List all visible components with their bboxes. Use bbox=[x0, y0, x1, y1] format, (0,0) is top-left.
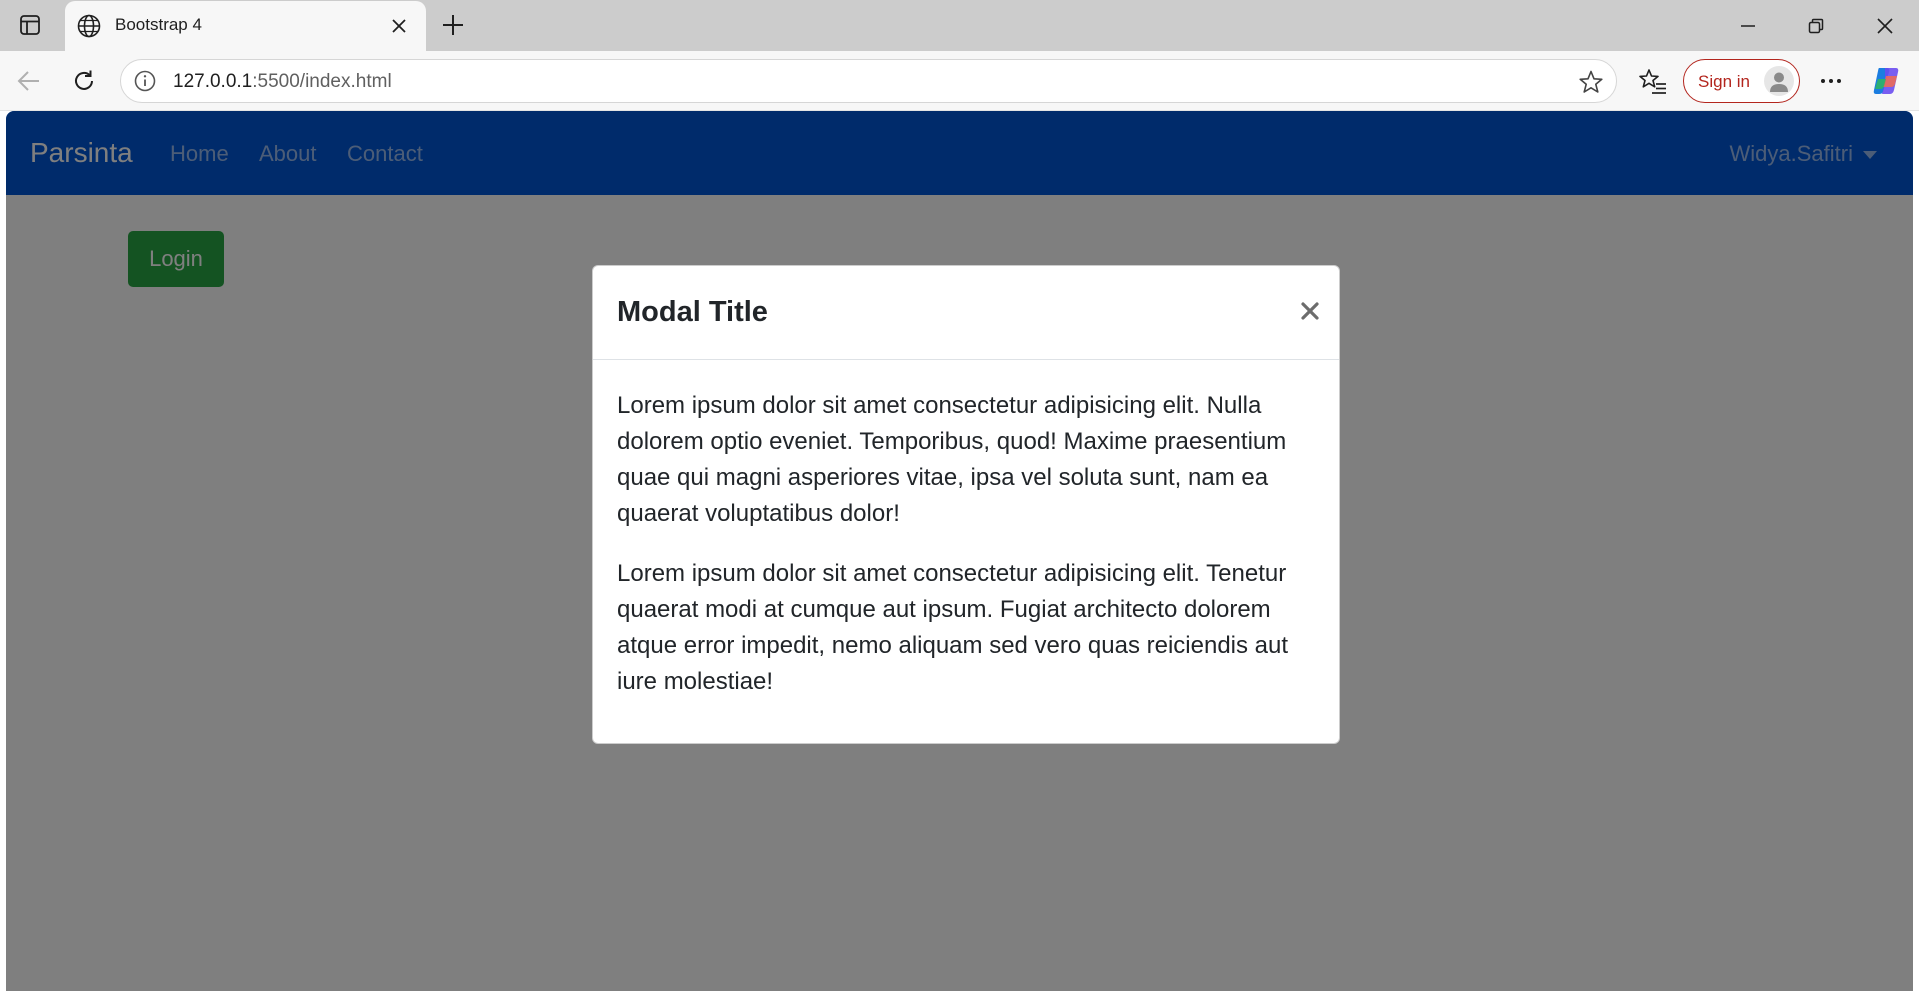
more-button[interactable] bbox=[1814, 64, 1848, 98]
refresh-button[interactable] bbox=[67, 64, 101, 98]
url-text[interactable]: 127.0.0.1:5500/index.html bbox=[173, 71, 392, 93]
url-host: 127.0.0.1 bbox=[173, 71, 253, 92]
close-icon bbox=[392, 19, 406, 33]
restore-icon bbox=[1808, 18, 1824, 33]
url-path: :5500/index.html bbox=[252, 71, 392, 92]
plus-icon bbox=[443, 15, 463, 35]
back-arrow-icon bbox=[17, 71, 39, 91]
restore-button[interactable] bbox=[1782, 0, 1850, 51]
profile-icon bbox=[1770, 72, 1788, 92]
minimize-icon bbox=[1741, 24, 1755, 27]
favorites-icon bbox=[1639, 69, 1666, 94]
copilot-icon bbox=[1873, 68, 1899, 94]
sign-in-label: Sign in bbox=[1698, 72, 1750, 91]
window-close-button[interactable] bbox=[1851, 0, 1919, 51]
tab-actions-icon bbox=[20, 15, 40, 35]
tab-strip: Bootstrap 4 bbox=[0, 0, 1919, 51]
page-viewport: Parsinta Home About Contact Widya.Safitr… bbox=[6, 111, 1913, 991]
info-icon[interactable] bbox=[133, 69, 157, 93]
address-bar[interactable]: 127.0.0.1:5500/index.html bbox=[120, 59, 1617, 103]
modal-title: Modal Title bbox=[617, 296, 768, 328]
favorites-button[interactable] bbox=[1636, 64, 1670, 98]
minimize-button[interactable] bbox=[1714, 0, 1782, 51]
browser-toolbar: 127.0.0.1:5500/index.html Sign in bbox=[0, 51, 1919, 111]
close-icon bbox=[1301, 302, 1319, 320]
refresh-icon bbox=[75, 70, 93, 90]
avatar bbox=[1764, 66, 1794, 96]
back-button[interactable] bbox=[12, 64, 46, 98]
browser-tab[interactable]: Bootstrap 4 bbox=[65, 1, 426, 51]
more-icon bbox=[1821, 79, 1841, 83]
modal-paragraph: Lorem ipsum dolor sit amet consectetur a… bbox=[617, 392, 1287, 527]
star-icon[interactable] bbox=[1578, 69, 1604, 95]
sign-in-button[interactable]: Sign in bbox=[1683, 59, 1800, 103]
modal-paragraph: Lorem ipsum dolor sit amet consectetur a… bbox=[617, 560, 1289, 695]
modal-dialog: Modal Title Lorem ipsum dolor sit amet c… bbox=[592, 265, 1340, 744]
modal-header: Modal Title bbox=[593, 266, 1339, 360]
globe-icon bbox=[77, 14, 101, 38]
close-icon bbox=[1877, 17, 1893, 34]
modal-close-button[interactable] bbox=[1293, 294, 1327, 328]
modal-body: Lorem ipsum dolor sit amet consectetur a… bbox=[617, 388, 1317, 724]
tab-close-button[interactable] bbox=[387, 14, 411, 38]
tab-title: Bootstrap 4 bbox=[115, 15, 202, 34]
copilot-button[interactable] bbox=[1869, 64, 1903, 98]
new-tab-button[interactable] bbox=[436, 8, 470, 42]
tab-actions-button[interactable] bbox=[9, 8, 51, 42]
